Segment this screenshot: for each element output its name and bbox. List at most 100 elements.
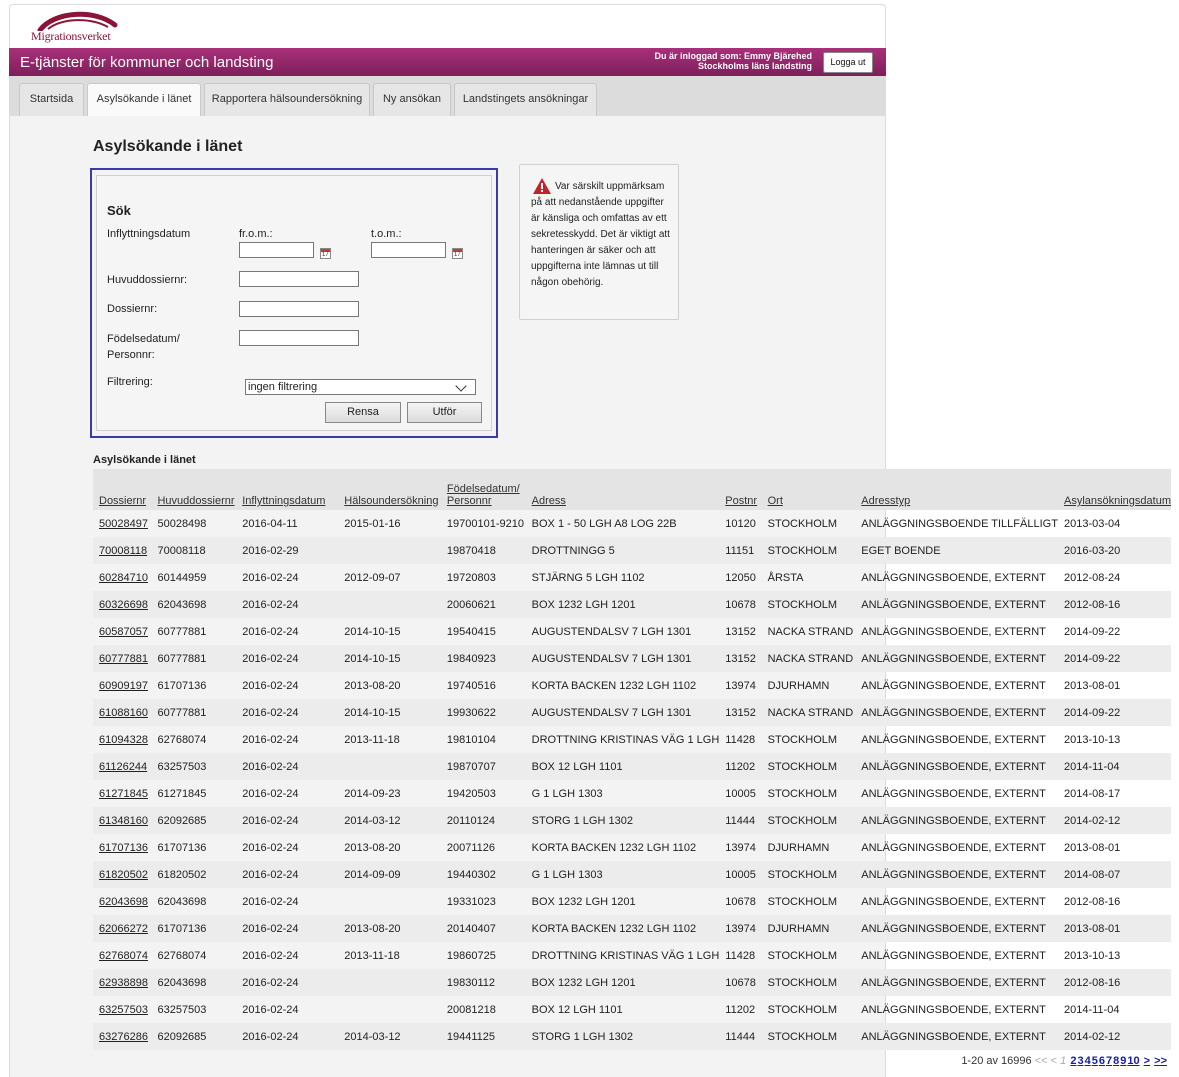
dossier-link[interactable]: 60326698 — [99, 599, 148, 611]
dossier-link[interactable]: 61271845 — [99, 788, 148, 800]
tab-asylsokande[interactable]: Asylsökande i länet — [87, 83, 201, 117]
col-dossiernr[interactable]: Dossiernr — [93, 469, 152, 510]
table-cell: 19700101-9210 — [446, 517, 524, 530]
reset-button[interactable]: Rensa — [325, 402, 401, 423]
pager-page-link[interactable]: 4 — [1085, 1055, 1091, 1067]
col-postnr[interactable]: Postnr — [719, 469, 762, 510]
pager-page-link[interactable]: 5 — [1092, 1055, 1098, 1067]
pager-range: 1-20 av 16996 — [961, 1055, 1032, 1067]
tab-landstingets-ansokningar[interactable]: Landstingets ansökningar — [454, 83, 597, 116]
dossier-link[interactable]: 61707136 — [99, 842, 148, 854]
table-cell[interactable]: 70008118 — [93, 537, 152, 564]
tab-startsida[interactable]: Startsida — [19, 83, 84, 116]
dossier-link[interactable]: 60909197 — [99, 680, 148, 692]
pager-page-link[interactable]: 7 — [1106, 1055, 1112, 1067]
table-cell: 2016-02-24 — [242, 895, 299, 908]
dossier-link[interactable]: 62043698 — [99, 896, 148, 908]
dossier-link[interactable]: 61348160 — [99, 815, 148, 827]
table-cell[interactable]: 61271845 — [93, 780, 151, 807]
pager-page-link[interactable]: 8 — [1113, 1055, 1119, 1067]
table-cell[interactable]: 61094328 — [93, 726, 151, 753]
table-cell[interactable]: 61820502 — [93, 861, 152, 888]
table-cell[interactable]: 62043698 — [93, 888, 151, 915]
table-header-row: Dossiernr Huvuddossiernr Inflyttningsdat… — [93, 469, 1171, 510]
pager-page-link[interactable]: 6 — [1099, 1055, 1105, 1067]
table-cell: 11444 — [719, 1023, 762, 1050]
pager-page-link[interactable]: 2 — [1070, 1055, 1076, 1067]
dossier-link[interactable]: 63276286 — [99, 1031, 148, 1043]
col-inflyttningsdatum[interactable]: Inflyttningsdatum — [236, 469, 339, 510]
calendar-icon[interactable]: 17 — [320, 248, 331, 259]
huvuddossier-label: Huvuddossiernr: — [107, 274, 188, 286]
col-ort[interactable]: Ort — [761, 469, 856, 510]
table-cell[interactable]: 60587057 — [93, 618, 151, 645]
table-cell[interactable]: 63257503 — [93, 996, 151, 1023]
table-cell: 10678 — [725, 895, 756, 908]
table-cell[interactable]: 61126244 — [93, 753, 152, 780]
dossier-link[interactable]: 61088160 — [99, 707, 148, 719]
user-info: Du är inloggad som: Emmy Bjärehed Stockh… — [654, 51, 812, 71]
dossier-link[interactable]: 61094328 — [99, 734, 148, 746]
col-asylansokningsdatum[interactable]: Asylansökningsdatum — [1057, 469, 1171, 510]
table-cell: ANLÄGGNINGSBOENDE, EXTERNT — [861, 571, 1046, 584]
table-cell: STOCKHOLM — [761, 591, 856, 618]
dossier-link[interactable]: 61126244 — [99, 761, 147, 773]
table-cell — [338, 753, 441, 780]
submit-button[interactable]: Utför — [407, 402, 482, 423]
table-cell: 10678 — [719, 969, 762, 996]
col-huvuddossiernr[interactable]: Huvuddossiernr — [151, 469, 237, 510]
dossier-link[interactable]: 62066272 — [99, 923, 148, 935]
dossier-link[interactable]: 62768074 — [99, 950, 148, 962]
pager-next[interactable]: > — [1144, 1055, 1150, 1067]
pager-page-link[interactable]: 9 — [1120, 1055, 1126, 1067]
table-cell: 10120 — [725, 517, 756, 530]
table-cell[interactable]: 61707136 — [93, 834, 151, 861]
logout-button[interactable]: Logga ut — [823, 52, 873, 73]
col-halsoundersokning[interactable]: Hälsoundersökning — [338, 469, 441, 510]
table-cell: ANLÄGGNINGSBOENDE, EXTERNT — [861, 679, 1046, 692]
dossier-link[interactable]: 60284710 — [99, 572, 148, 584]
table-cell[interactable]: 61088160 — [93, 699, 152, 726]
table-cell — [338, 888, 441, 915]
table-cell: 13974 — [719, 915, 762, 942]
fodelse-input[interactable] — [239, 330, 359, 346]
table-cell[interactable]: 62066272 — [93, 915, 152, 942]
table-cell[interactable]: 62938898 — [93, 969, 152, 996]
calendar-icon[interactable]: 17 — [452, 248, 463, 259]
col-adresstyp[interactable]: Adresstyp — [855, 469, 1058, 510]
pager-page-link[interactable]: 10 — [1127, 1055, 1139, 1067]
table-cell: ANLÄGGNINGSBOENDE, EXTERNT — [855, 699, 1058, 726]
table-cell[interactable]: 60909197 — [93, 672, 151, 699]
dossier-input[interactable] — [239, 301, 359, 317]
dossier-link[interactable]: 50028497 — [99, 518, 148, 530]
table-cell: NACKA STRAND — [761, 699, 856, 726]
tab-ny-ansokan[interactable]: Ny ansökan — [373, 83, 451, 116]
table-cell: 19440302 — [440, 861, 526, 888]
table-cell: 62043698 — [151, 969, 237, 996]
dossier-link[interactable]: 70008118 — [99, 545, 147, 557]
table-cell[interactable]: 60777881 — [93, 645, 152, 672]
table-cell: STOCKHOLM — [767, 787, 838, 800]
table-cell[interactable]: 60284710 — [93, 564, 151, 591]
col-adress[interactable]: Adress — [525, 469, 720, 510]
table-cell[interactable]: 50028497 — [93, 510, 151, 537]
dossier-link[interactable]: 60777881 — [99, 653, 148, 665]
dossier-link[interactable]: 61820502 — [99, 869, 148, 881]
col-fodelsedatum[interactable]: Födelsedatum/Personnr — [440, 469, 526, 510]
filter-select[interactable]: ingen filtrering — [245, 379, 476, 395]
tab-rapportera[interactable]: Rapportera hälsoundersökning — [204, 83, 370, 116]
table-cell: 2016-03-20 — [1057, 537, 1171, 564]
table-cell[interactable]: 63276286 — [93, 1023, 152, 1050]
table-cell[interactable]: 62768074 — [93, 942, 151, 969]
from-date-input[interactable] — [239, 242, 314, 258]
dossier-link[interactable]: 63257503 — [99, 1004, 148, 1016]
to-date-input[interactable] — [371, 242, 446, 258]
dossier-link[interactable]: 60587057 — [99, 626, 148, 638]
huvuddossier-input[interactable] — [239, 271, 359, 287]
table-cell: 13152 — [725, 625, 756, 638]
pager-page-link[interactable]: 3 — [1077, 1055, 1083, 1067]
table-cell[interactable]: 60326698 — [93, 591, 152, 618]
pager-last[interactable]: >> — [1154, 1055, 1167, 1067]
table-cell[interactable]: 61348160 — [93, 807, 152, 834]
dossier-link[interactable]: 62938898 — [99, 977, 148, 989]
